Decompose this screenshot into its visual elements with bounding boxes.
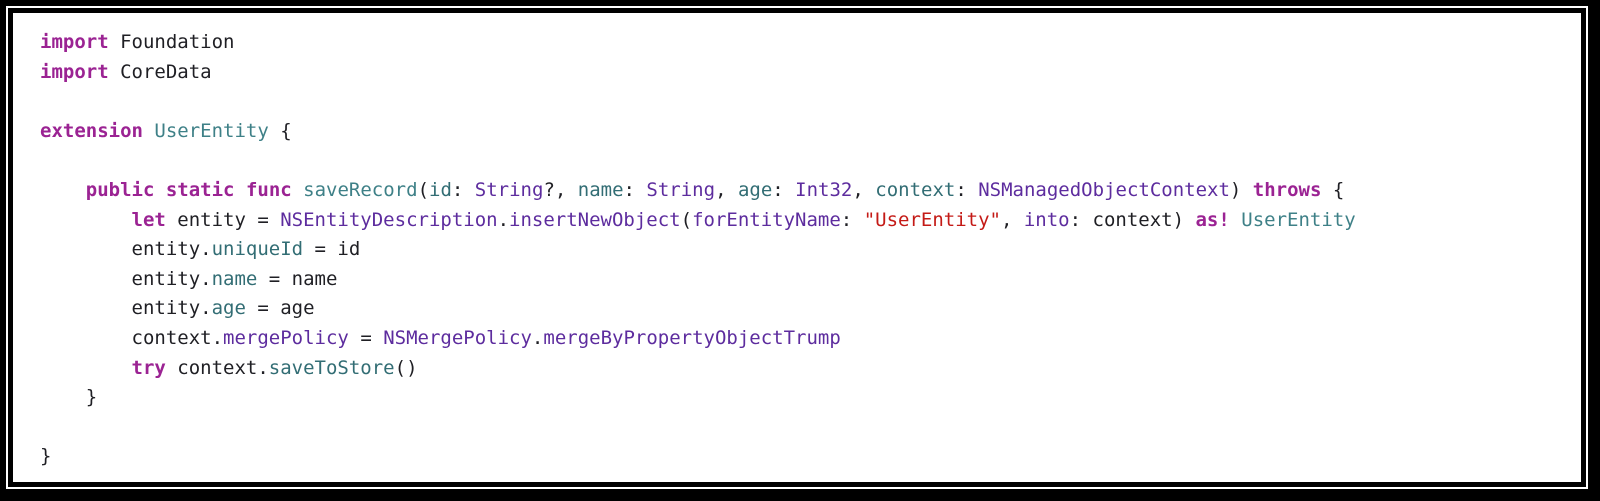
code-token-ext: Int32: [795, 178, 853, 201]
code-token-type: UserEntity: [1241, 208, 1356, 231]
code-token-kw: public: [85, 178, 155, 201]
code-line: entity.age = age: [40, 294, 1356, 324]
code-token-prop: id: [429, 178, 452, 201]
code-token-kw: throws: [1252, 178, 1322, 201]
code-token-type: UserEntity: [154, 119, 269, 142]
code-token-plain: entity.: [40, 238, 212, 261]
code-token-ext: String: [474, 178, 544, 201]
code-editor[interactable]: import Foundation import CoreData extensi…: [13, 13, 1581, 482]
code-token-plain: ?,: [543, 178, 578, 201]
code-token-ext: NSManagedObjectContext: [978, 178, 1230, 201]
code-token-ext: NSEntityDescription: [280, 208, 498, 231]
code-line: }: [40, 383, 1356, 413]
code-token-plain: :: [623, 178, 647, 201]
code-token-plain: = id: [303, 238, 361, 261]
code-token-kw: import: [40, 31, 109, 53]
code-token-ext: NSMergePolicy: [383, 326, 532, 349]
code-token-plain: = name: [257, 267, 338, 290]
code-token-plain: = age: [245, 297, 315, 320]
code-token-kw: static: [165, 178, 235, 201]
code-line: public static func saveRecord(id: String…: [40, 176, 1356, 206]
code-token-ext: mergeByPropertyObjectTrump: [543, 326, 841, 349]
code-token-plain: }: [40, 386, 98, 409]
code-token-prop: name: [211, 267, 258, 290]
code-token-plain: ): [1229, 178, 1253, 201]
code-token-type: saveRecord: [303, 178, 418, 201]
code-token-kw: try: [131, 356, 166, 379]
code-token-plain: :: [772, 178, 796, 201]
code-token-plain: }: [40, 445, 52, 468]
code-token-plain: entity.: [40, 267, 212, 290]
code-token-prop: age: [737, 178, 773, 201]
code-token-plain: :: [840, 208, 864, 231]
code-token-plain: (: [417, 178, 430, 201]
code-token-prop: saveToStore: [268, 356, 395, 379]
code-line: entity.name = name: [40, 265, 1356, 295]
code-token-plain: context.: [40, 326, 224, 349]
code-token-prop: name: [577, 178, 624, 201]
code-token-plain: entity =: [165, 208, 281, 231]
code-line: }: [40, 442, 1356, 472]
code-token-kw: extension: [40, 119, 143, 142]
code-token-plain: (: [680, 208, 693, 231]
code-token-plain: ,: [1000, 208, 1024, 231]
code-line: extension UserEntity {: [40, 117, 1356, 147]
code-line: let entity = NSEntityDescription.insertN…: [40, 206, 1356, 236]
code-block: import Foundation import CoreData extensi…: [40, 28, 1356, 472]
code-token-plain: =: [348, 326, 384, 349]
code-token-plain: context.: [165, 356, 269, 379]
code-token-plain: .: [497, 208, 510, 231]
code-line: context.mergePolicy = NSMergePolicy.merg…: [40, 324, 1356, 354]
code-token-plain: {: [268, 119, 292, 142]
code-token-ext: forEntityName: [692, 208, 841, 231]
code-token-ext: String: [646, 178, 716, 201]
code-token-plain: ,: [852, 178, 876, 201]
code-token-str: "UserEntity": [863, 208, 1001, 231]
code-token-kw: func: [245, 178, 292, 201]
code-token-plain: entity.: [40, 297, 212, 320]
code-token-plain: CoreData: [108, 60, 212, 83]
code-line: entity.uniqueId = id: [40, 235, 1356, 265]
code-token-prop: context: [875, 178, 956, 201]
code-token-plain: ,: [715, 178, 738, 201]
code-line: import CoreData: [40, 58, 1356, 88]
code-token-kw: let: [131, 208, 166, 231]
code-token-ext: mergePolicy: [223, 326, 349, 349]
code-token-ext: into: [1023, 208, 1070, 231]
code-token-kw: import: [40, 60, 109, 83]
code-token-plain: .: [531, 326, 544, 349]
code-token-plain: :: [955, 178, 979, 201]
code-token-plain: {: [1321, 178, 1345, 201]
code-token-ext: insertNewObject: [509, 208, 681, 231]
code-token-kw: as!: [1195, 208, 1230, 231]
code-token-prop: uniqueId: [211, 238, 304, 261]
code-line: try context.saveToStore(): [40, 354, 1356, 384]
code-token-plain: (): [394, 356, 418, 379]
image-frame: import Foundation import CoreData extensi…: [6, 6, 1588, 489]
code-token-plain: Foundation: [108, 31, 235, 53]
code-token-plain: :: [451, 178, 475, 201]
code-token-plain: : context): [1069, 208, 1196, 231]
code-token-prop: age: [211, 297, 246, 320]
code-line: import Foundation: [40, 28, 1356, 58]
